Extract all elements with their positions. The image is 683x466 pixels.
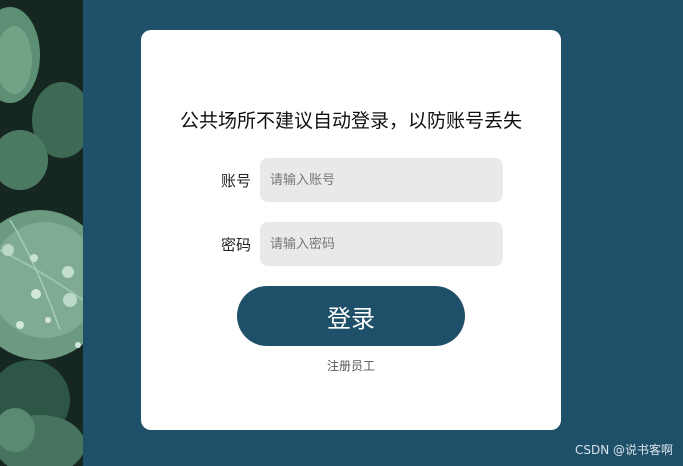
account-input[interactable] — [260, 158, 503, 202]
login-card: 公共场所不建议自动登录，以防账号丢失 账号 密码 登录 注册员工 — [141, 30, 561, 430]
login-page: 公共场所不建议自动登录，以防账号丢失 账号 密码 登录 注册员工 CSDN @说… — [0, 0, 683, 466]
leaf-photo — [0, 0, 83, 466]
watermark: CSDN @说书客啊 — [574, 443, 673, 457]
register-link[interactable]: 注册员工 — [141, 357, 561, 374]
password-row: 密码 — [221, 222, 503, 266]
password-input[interactable] — [260, 222, 503, 266]
login-button[interactable]: 登录 — [237, 286, 465, 346]
account-row: 账号 — [221, 158, 503, 202]
password-label: 密码 — [221, 235, 252, 254]
account-label: 账号 — [221, 171, 252, 190]
security-notice: 公共场所不建议自动登录，以防账号丢失 — [179, 110, 522, 132]
